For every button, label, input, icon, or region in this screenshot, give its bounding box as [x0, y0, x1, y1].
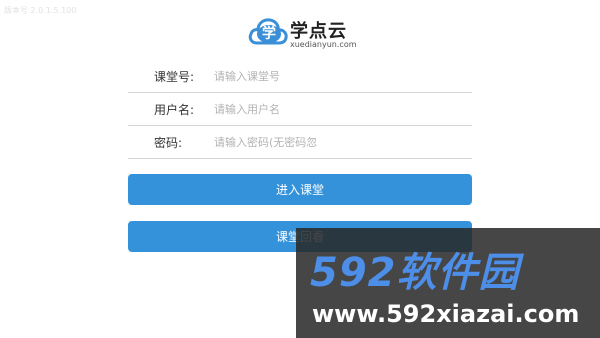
classroom-label: 课堂号: — [154, 70, 195, 84]
watermark-overlay: 592软件园 www.592xiazai.com — [296, 228, 600, 338]
logo-glyph: 学 — [262, 26, 276, 42]
classroom-input[interactable] — [214, 66, 464, 86]
password-row: 密码: — [128, 126, 472, 159]
version-label: 版本号 2.0.1.5.100 — [4, 6, 77, 15]
watermark-title: 592软件园 — [310, 250, 520, 296]
app-logo: 学 学点云 xuedianyun.com — [248, 13, 358, 53]
password-label: 密码: — [154, 136, 183, 150]
watermark-url: www.592xiazai.com — [312, 300, 580, 328]
brand-domain: xuedianyun.com — [290, 40, 357, 49]
enter-classroom-button[interactable]: 进入课堂 — [128, 174, 472, 205]
username-input[interactable] — [214, 99, 464, 119]
username-label: 用户名: — [154, 103, 195, 117]
username-row: 用户名: — [128, 93, 472, 126]
classroom-row: 课堂号: — [128, 60, 472, 93]
password-input[interactable] — [214, 132, 464, 152]
login-form: 课堂号: 用户名: 密码: — [128, 60, 472, 159]
